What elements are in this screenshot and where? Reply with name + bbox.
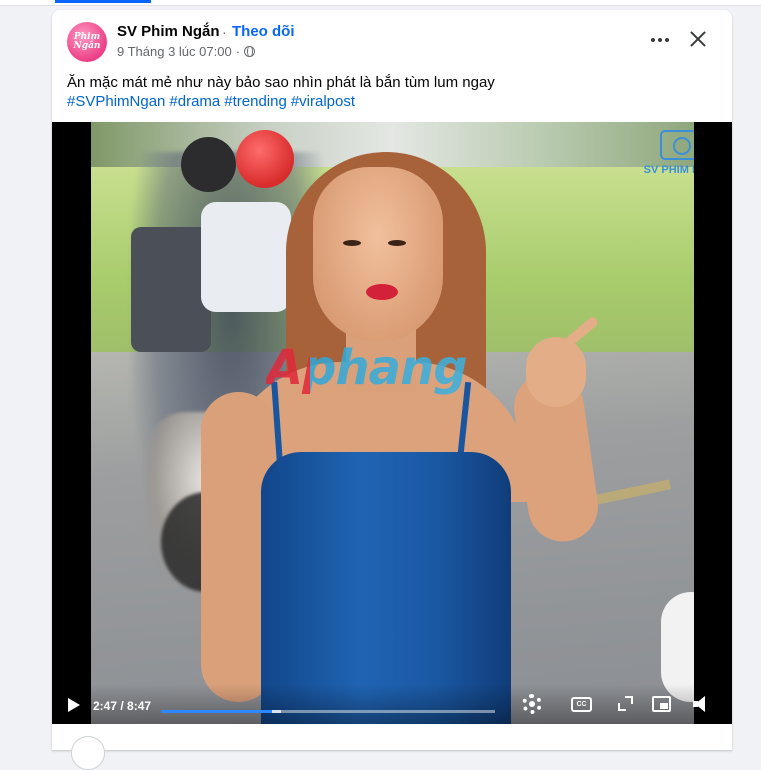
woman-eye: [388, 240, 406, 246]
post-timestamp[interactable]: 9 Tháng 3 lúc 07:00: [117, 44, 232, 59]
close-icon[interactable]: [685, 27, 711, 53]
camera-icon: [660, 130, 694, 160]
video-player[interactable]: Aphang SV PHIM NGẮN 2:47 / 8:47 CC: [52, 122, 732, 724]
channel-logo-text: SV PHIM NGẮN: [643, 164, 694, 176]
hashtag-link[interactable]: #trending: [224, 93, 287, 110]
dot-icon: [651, 38, 655, 42]
top-navigation-bar: [0, 0, 761, 6]
page-avatar[interactable]: Phim Ngắn: [67, 22, 107, 62]
hashtag-link[interactable]: #drama: [169, 93, 220, 110]
video-progress-bar[interactable]: [161, 710, 495, 713]
post-card: Phim Ngắn SV Phim Ngắn · Theo dõi 9 Thán…: [52, 10, 732, 750]
more-options-button[interactable]: [648, 30, 672, 50]
follow-button[interactable]: Theo dõi: [232, 23, 295, 40]
woman-face: [313, 167, 443, 342]
fullscreen-icon[interactable]: [618, 696, 633, 711]
hashtag-link[interactable]: #SVPhimNgan: [67, 93, 165, 110]
play-icon[interactable]: [68, 698, 80, 712]
globe-icon: [244, 45, 256, 57]
video-controls-bar: 2:47 / 8:47 CC: [52, 684, 732, 724]
woman-lips: [366, 284, 398, 300]
aphang-watermark: Aphang: [266, 340, 468, 396]
played-fill: [161, 710, 273, 713]
post-meta: 9 Tháng 3 lúc 07:00 ·: [117, 44, 256, 59]
header-separator: ·: [222, 24, 227, 40]
rider-helmet-black: [181, 137, 236, 192]
settings-gear-icon[interactable]: [522, 694, 542, 714]
woman-pointing-hand: [526, 337, 586, 407]
post-caption: Ăn mặc mát mẻ như này bảo sao nhìn phát …: [67, 74, 495, 91]
rider-backpack: [131, 227, 211, 352]
post-hashtags: #SVPhimNgan #drama #trending #viralpost: [67, 91, 359, 112]
meta-separator: ·: [235, 44, 241, 59]
woman-eye: [343, 240, 361, 246]
dot-icon: [665, 38, 669, 42]
hashtag-link[interactable]: #viralpost: [291, 93, 355, 110]
channel-logo: SV PHIM NGẮN: [644, 130, 694, 186]
rider-helmet-red: [236, 130, 294, 188]
rider-shirt: [201, 202, 291, 312]
picture-in-picture-icon[interactable]: [652, 696, 671, 712]
avatar-logo-text: Phim Ngắn: [73, 32, 101, 51]
active-tab-indicator: [55, 0, 151, 3]
dot-icon: [658, 38, 662, 42]
volume-icon[interactable]: [693, 696, 707, 712]
next-post-avatar[interactable]: [71, 736, 105, 770]
page-name-link[interactable]: SV Phim Ngắn: [117, 23, 220, 40]
video-frame: Aphang SV PHIM NGẮN: [91, 122, 694, 724]
video-time-display: 2:47 / 8:47: [93, 699, 152, 713]
closed-captions-icon[interactable]: CC: [571, 697, 592, 712]
